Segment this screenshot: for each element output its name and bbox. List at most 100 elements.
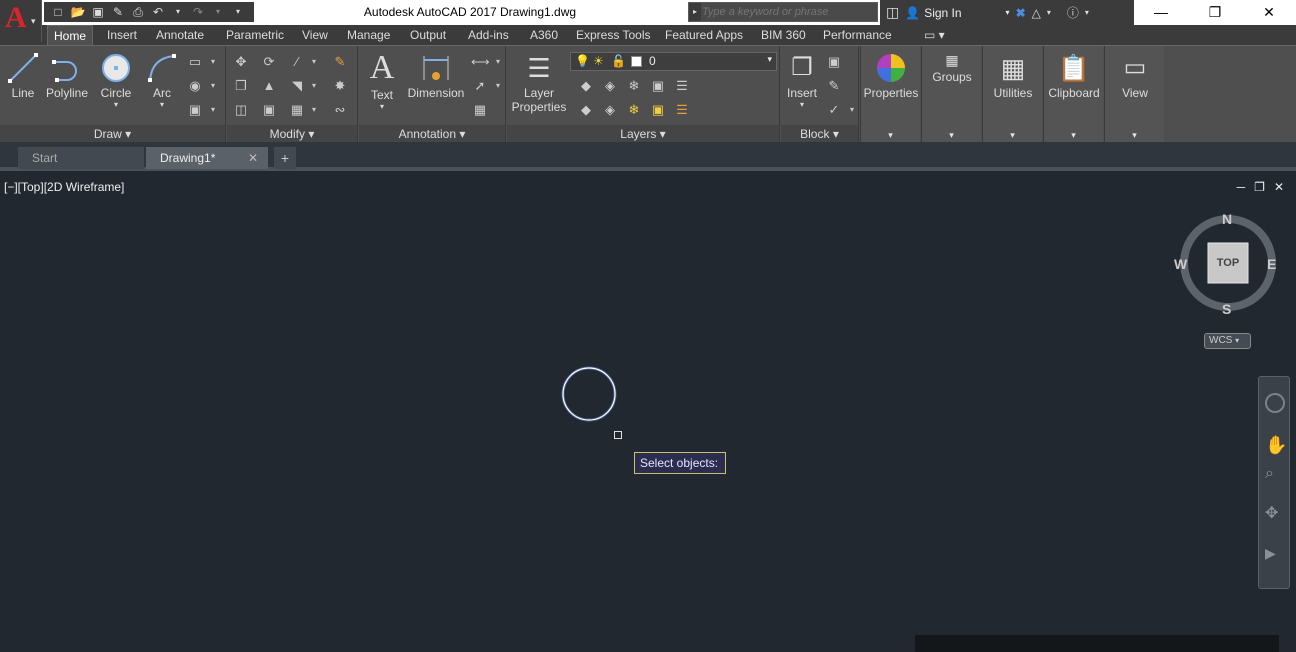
steering-wheel-icon[interactable] <box>1265 393 1285 413</box>
compass-south[interactable]: S <box>1222 301 1231 317</box>
tab-performance[interactable]: Performance <box>817 25 898 45</box>
hatch-icon[interactable]: ◉ <box>186 78 204 94</box>
line-button[interactable]: Line <box>6 52 40 100</box>
tab-a360[interactable]: A360 <box>524 25 564 45</box>
chevron-down-icon[interactable]: ▾ <box>983 130 1042 141</box>
stretch-icon[interactable]: ◫ <box>232 102 250 118</box>
properties-panel[interactable]: Properties ▾ <box>860 46 920 143</box>
utilities-panel[interactable]: ▦ Utilities ▾ <box>982 46 1042 143</box>
chevron-down-icon[interactable]: ▾ <box>305 102 323 118</box>
chevron-down-icon[interactable]: ▾ <box>204 54 222 70</box>
chevron-down-icon[interactable]: ▾ <box>489 78 507 94</box>
clipboard-panel[interactable]: 📋 Clipboard ▾ <box>1043 46 1103 143</box>
layer-properties-button[interactable]: ☰ Layer Properties <box>509 52 569 114</box>
tab-bim-360[interactable]: BIM 360 <box>755 25 812 45</box>
layer-unisolate-icon[interactable]: ◈ <box>601 102 619 118</box>
layer-freeze-icon[interactable]: ❄ <box>625 78 643 94</box>
zoom-icon[interactable]: ⌕ <box>1265 465 1274 483</box>
chevron-down-icon[interactable]: ▾ <box>1105 130 1164 141</box>
chevron-down-icon[interactable]: ▾ <box>861 130 920 141</box>
rectangle-icon[interactable]: ▭ <box>186 54 204 70</box>
chevron-down-icon[interactable]: ▾ <box>305 54 323 70</box>
layer-on-icon[interactable]: ◆ <box>577 102 595 118</box>
table-icon[interactable]: ▦ <box>471 102 489 118</box>
chevron-down-icon[interactable]: ▾ <box>843 102 861 118</box>
linear-dimension-icon[interactable]: ⟷ <box>471 54 490 70</box>
edit-block-icon[interactable]: ✎ <box>825 78 843 94</box>
chevron-down-icon[interactable]: ▾ <box>783 100 821 109</box>
layer-thaw-icon[interactable]: ❄ <box>625 102 643 118</box>
view-button[interactable]: ▭ View <box>1105 52 1165 100</box>
chevron-down-icon[interactable]: ▾ <box>922 130 981 141</box>
tab-output[interactable]: Output <box>404 25 452 45</box>
tab-add-ins[interactable]: Add-ins <box>462 25 515 45</box>
tab-parametric[interactable]: Parametric <box>220 25 290 45</box>
edit-attributes-icon[interactable]: ✓ <box>825 102 843 118</box>
dimension-button[interactable]: Dimension <box>405 52 467 100</box>
pan-icon[interactable]: ✋ <box>1265 435 1287 456</box>
tab-manage[interactable]: Manage <box>341 25 396 45</box>
drawn-circle[interactable] <box>558 363 622 427</box>
annotation-panel-title[interactable]: Annotation ▾ <box>359 125 505 143</box>
circle-button[interactable]: Circle ▾ <box>98 52 134 109</box>
tab-featured-apps[interactable]: Featured Apps <box>659 25 749 45</box>
orbit-icon[interactable]: ✥ <box>1265 503 1278 523</box>
a360-icon[interactable]: △ <box>1032 6 1041 20</box>
fillet-icon[interactable]: ◥ <box>288 78 306 94</box>
scale-icon[interactable]: ▣ <box>260 102 278 118</box>
draw-panel-title[interactable]: Draw ▾ <box>0 125 225 143</box>
file-tab-drawing1[interactable]: Drawing1* ✕ <box>146 147 268 169</box>
text-button[interactable]: A Text ▾ <box>365 50 399 112</box>
compass-north[interactable]: N <box>1222 211 1232 227</box>
chevron-down-icon[interactable]: ▾ <box>365 102 399 111</box>
ucs-menu[interactable]: WCS ▾ <box>1204 333 1251 349</box>
rotate-icon[interactable]: ⟳ <box>260 54 278 70</box>
view-panel[interactable]: ▭ View ▾ <box>1104 46 1164 143</box>
mirror-icon[interactable]: ▲ <box>260 78 278 94</box>
block-panel-title[interactable]: Block ▾ <box>781 125 858 143</box>
insert-button[interactable]: ❐ Insert ▾ <box>783 52 821 109</box>
layer-off-icon[interactable]: ◆ <box>577 78 595 94</box>
maximize-icon[interactable]: ❐ <box>1188 0 1242 25</box>
application-menu-button[interactable]: A ▾ <box>0 0 42 42</box>
chevron-down-icon[interactable]: ▾ <box>489 54 507 70</box>
search-box[interactable]: ▸ <box>688 2 878 22</box>
close-icon[interactable]: ✕ <box>1242 0 1296 25</box>
chevron-down-icon[interactable]: ▾ <box>1047 8 1051 17</box>
move-icon[interactable]: ✥ <box>232 54 250 70</box>
help-icon[interactable]: ⓘ <box>1067 4 1079 21</box>
drawing-canvas[interactable]: [−][Top][2D Wireframe] ─ ❐ ✕ Select obje… <box>0 175 1296 652</box>
layer-isolate-icon[interactable]: ◈ <box>601 78 619 94</box>
groups-button[interactable]: ▦ Groups <box>922 52 982 84</box>
chevron-down-icon[interactable]: ▾ <box>98 100 134 109</box>
exchange-icon[interactable]: ✖ <box>1016 6 1026 20</box>
minimize-icon[interactable]: — <box>1134 0 1188 25</box>
boundary-icon[interactable]: ▣ <box>186 102 204 118</box>
search-input[interactable] <box>702 4 877 20</box>
viewport-close-icon[interactable]: ✕ <box>1274 180 1284 194</box>
tab-home[interactable]: Home <box>47 25 94 45</box>
viewport-controls-label[interactable]: [−][Top][2D Wireframe] <box>4 180 124 194</box>
polyline-button[interactable]: Polyline <box>44 52 90 100</box>
chevron-down-icon[interactable]: ▾ <box>305 78 323 94</box>
explode-icon[interactable]: ✸ <box>331 78 349 94</box>
binoculars-icon[interactable]: ◫ <box>886 4 899 21</box>
sign-in-button[interactable]: 👤 Sign In ▾ <box>905 6 1009 20</box>
layer-match-icon[interactable]: ☰ <box>673 78 691 94</box>
properties-button[interactable]: Properties <box>861 52 921 100</box>
search-expand-icon[interactable]: ▸ <box>689 3 701 21</box>
utilities-button[interactable]: ▦ Utilities <box>983 52 1043 100</box>
layer-previous-icon[interactable]: ☰ <box>673 102 691 118</box>
chevron-down-icon[interactable]: ▾ <box>144 100 180 109</box>
command-line[interactable] <box>915 635 1279 652</box>
layer-unlock-icon[interactable]: ▣ <box>649 102 667 118</box>
tab-insert[interactable]: Insert <box>101 25 143 45</box>
erase-icon[interactable]: ✎ <box>331 54 349 70</box>
new-tab-button[interactable]: + <box>274 147 296 169</box>
chevron-down-icon[interactable]: ▾ <box>1044 130 1103 141</box>
viewport-restore-icon[interactable]: ❐ <box>1254 180 1265 194</box>
layers-panel-title[interactable]: Layers ▾ <box>507 125 779 143</box>
create-block-icon[interactable]: ▣ <box>825 54 843 70</box>
ribbon-options-icon[interactable]: ▭ ▾ <box>918 25 951 45</box>
compass-west[interactable]: W <box>1174 256 1187 272</box>
